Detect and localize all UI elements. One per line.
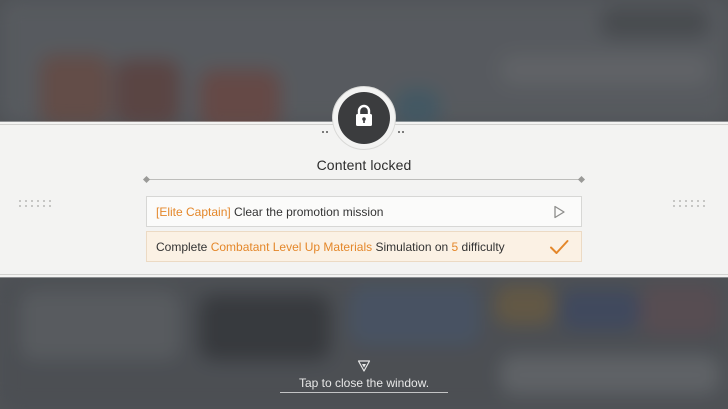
requirement-text: Clear the promotion mission (230, 204, 384, 219)
panel-border-bottom (0, 274, 728, 275)
padlock-icon (353, 104, 375, 133)
play-outline-icon[interactable] (549, 202, 569, 222)
checkmark-icon (549, 237, 569, 257)
requirement-suffix: difficulty (458, 239, 505, 254)
down-triangle-icon (357, 359, 371, 373)
requirement-difficulty: 5 (451, 239, 459, 254)
close-window-hint[interactable]: Tap to close the window. (280, 376, 448, 390)
requirement-middle: Simulation on (372, 239, 452, 254)
decor-dots-left (19, 200, 59, 212)
requirement-prefix: Complete (156, 239, 211, 254)
title-divider (146, 179, 582, 180)
decor-dots-right (673, 200, 713, 212)
requirement-elite-captain[interactable]: [Elite Captain] Clear the promotion miss… (146, 196, 582, 227)
requirement-material: Combatant Level Up Materials (210, 239, 373, 254)
badge-dots-left (322, 120, 330, 133)
requirement-simulation[interactable]: Complete Combatant Level Up Materials Si… (146, 231, 582, 262)
lock-badge (338, 92, 390, 144)
requirement-tag: [Elite Captain] (156, 204, 231, 219)
game-screen: Content locked [Elite Captain] Clear the… (0, 0, 728, 409)
badge-dots-right (398, 120, 406, 133)
close-hint-underline (280, 392, 448, 393)
dialog-title: Content locked (316, 157, 412, 173)
